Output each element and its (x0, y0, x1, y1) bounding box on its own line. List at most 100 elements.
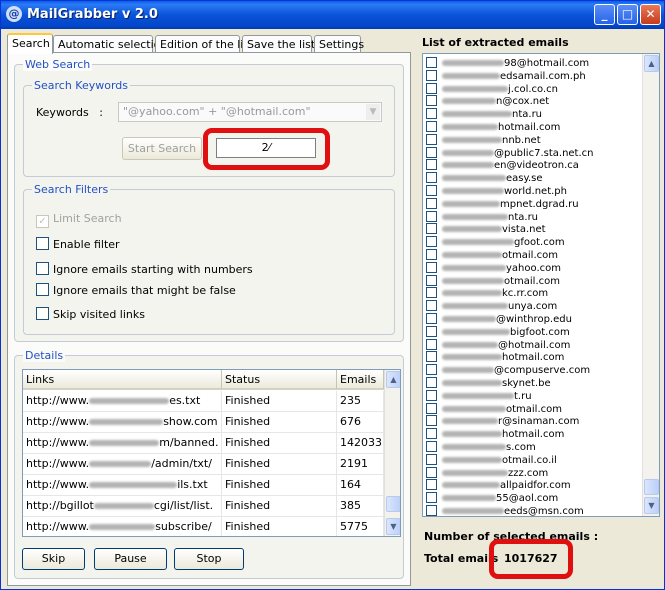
email-checkbox[interactable] (426, 415, 437, 427)
ignore-numbers-checkbox[interactable]: Ignore emails starting with numbers (36, 262, 253, 276)
email-checkbox[interactable] (426, 146, 437, 158)
email-list-item[interactable]: otmail.com (426, 274, 560, 288)
column-header-links[interactable]: Links (23, 370, 222, 390)
email-list-item[interactable]: yahoo.com (426, 261, 561, 275)
maximize-button[interactable]: □ (617, 4, 638, 25)
email-list-item[interactable]: nnb.net (426, 133, 541, 147)
email-list-item[interactable]: r@sinaman.com (426, 415, 579, 428)
email-list-item[interactable]: kc.rr.com (426, 287, 548, 300)
email-checkbox[interactable] (426, 466, 437, 478)
email-checkbox[interactable] (426, 364, 437, 376)
tab-settings[interactable]: Settings (314, 35, 364, 53)
email-list-item[interactable]: mpnet.dgrad.ru (426, 197, 579, 211)
email-list-item[interactable]: t.ru (426, 389, 532, 403)
close-button[interactable]: ✕ (640, 4, 661, 25)
email-checkbox[interactable] (426, 492, 437, 504)
email-list-item[interactable]: zzz.com (426, 466, 548, 480)
minimize-button[interactable]: _ (594, 4, 615, 25)
email-list-item[interactable]: 55@aol.com (426, 492, 558, 505)
scroll-thumb[interactable] (644, 479, 659, 495)
email-list-item[interactable]: nta.ru (426, 108, 542, 121)
email-list-item[interactable]: bigfoot.com (426, 325, 570, 339)
scroll-down-icon[interactable]: ▼ (644, 497, 659, 514)
email-list-item[interactable]: 98@hotmail.com (426, 57, 589, 70)
email-list-item[interactable]: @hotmail.com (426, 338, 570, 352)
title-bar[interactable]: @ MailGrabber v 2.0 _ □ ✕ (1, 1, 664, 29)
start-search-button[interactable]: Start Search (122, 137, 202, 160)
email-list-item[interactable]: j.col.co.cn (426, 82, 558, 96)
email-checkbox[interactable] (426, 133, 437, 145)
email-checkbox[interactable] (426, 325, 437, 337)
email-list-item[interactable]: gfoot.com (426, 236, 565, 249)
email-list-item[interactable]: skynet.be (426, 377, 551, 390)
email-checkbox[interactable] (426, 377, 437, 388)
email-list-item[interactable]: unya.com (426, 300, 557, 313)
email-checkbox[interactable] (426, 95, 437, 107)
email-checkbox[interactable] (426, 172, 437, 184)
email-list-item[interactable]: vista.net (426, 223, 546, 236)
email-list-item[interactable]: edsamail.com.ph (426, 69, 586, 83)
tab-save-list[interactable]: Save the list (242, 35, 315, 53)
email-list-item[interactable]: hotmail.com (426, 351, 564, 364)
tab-edition-of-list[interactable]: Edition of the list (155, 35, 253, 53)
email-checkbox[interactable] (426, 57, 437, 68)
email-checkbox[interactable] (426, 108, 437, 120)
tab-automatic-selection[interactable]: Automatic selection (53, 35, 167, 53)
email-list-item[interactable]: @winthrop.edu (426, 313, 572, 326)
email-list-scrollbar[interactable]: ▲ ▼ (642, 54, 659, 516)
scroll-up-icon[interactable]: ▲ (386, 371, 400, 388)
email-list-item[interactable]: n@cox.net (426, 95, 549, 108)
email-checkbox[interactable] (426, 300, 437, 312)
column-header-emails[interactable]: Emails (337, 370, 384, 390)
keywords-combo[interactable]: "@yahoo.com" + "@hotmail.com" ▼ (118, 102, 382, 122)
email-checkbox[interactable] (426, 505, 437, 516)
email-checkbox[interactable] (426, 69, 437, 81)
email-checkbox[interactable] (426, 223, 437, 235)
email-list[interactable]: 98@hotmail.com edsamail.com.ph j.col.co.cn… (422, 53, 660, 517)
email-checkbox[interactable] (426, 210, 437, 222)
tab-search[interactable]: Search (7, 33, 53, 54)
scroll-down-icon[interactable]: ▼ (386, 518, 400, 535)
email-list-item[interactable]: hotmail.com (426, 121, 560, 134)
email-checkbox[interactable] (426, 351, 437, 363)
email-checkbox[interactable] (426, 159, 437, 171)
stop-button[interactable]: Stop (174, 548, 244, 570)
email-list-item[interactable]: eeds@msn.com (426, 505, 584, 516)
skip-visited-checkbox[interactable]: Skip visited links (36, 307, 145, 321)
email-list-item[interactable]: hotmail.com (426, 428, 564, 441)
email-checkbox[interactable] (426, 402, 437, 414)
email-list-item[interactable]: allpaidfor.com (426, 479, 571, 492)
email-checkbox[interactable] (426, 441, 437, 452)
skip-button[interactable]: Skip (22, 548, 85, 570)
column-header-status[interactable]: Status (222, 370, 337, 390)
scroll-up-icon[interactable]: ▲ (644, 55, 659, 72)
email-checkbox[interactable] (426, 389, 437, 401)
enable-filter-checkbox[interactable]: Enable filter (36, 237, 120, 251)
email-checkbox[interactable] (426, 274, 437, 286)
email-list-item[interactable]: nta.ru (426, 210, 538, 224)
pause-button[interactable]: Pause (94, 548, 167, 570)
email-checkbox[interactable] (426, 479, 437, 491)
email-checkbox[interactable] (426, 287, 437, 299)
email-list-item[interactable]: en@videotron.ca (426, 159, 579, 172)
email-checkbox[interactable] (426, 313, 437, 324)
ignore-false-checkbox[interactable]: Ignore emails that might be false (36, 283, 236, 297)
limit-search-checkbox[interactable]: ✓ Limit Search (36, 212, 122, 228)
email-checkbox[interactable] (426, 121, 437, 132)
email-checkbox[interactable] (426, 236, 437, 248)
email-checkbox[interactable] (426, 185, 437, 196)
email-list-item[interactable]: otmail.com (426, 249, 558, 262)
email-checkbox[interactable] (426, 453, 437, 465)
email-list-item[interactable]: otmail.com (426, 402, 562, 416)
details-scrollbar[interactable]: ▲ ▼ (384, 370, 400, 536)
email-list-item[interactable]: world.net.ph (426, 185, 567, 198)
email-checkbox[interactable] (426, 261, 437, 273)
email-checkbox[interactable] (426, 338, 437, 350)
email-list-item[interactable]: otmail.co.il (426, 453, 557, 467)
email-checkbox[interactable] (426, 249, 437, 260)
chevron-down-icon[interactable]: ▼ (366, 104, 380, 120)
email-checkbox[interactable] (426, 82, 437, 94)
email-list-item[interactable]: s.com (426, 441, 536, 454)
email-checkbox[interactable] (426, 428, 437, 440)
email-list-item[interactable]: easy.se (426, 172, 543, 185)
